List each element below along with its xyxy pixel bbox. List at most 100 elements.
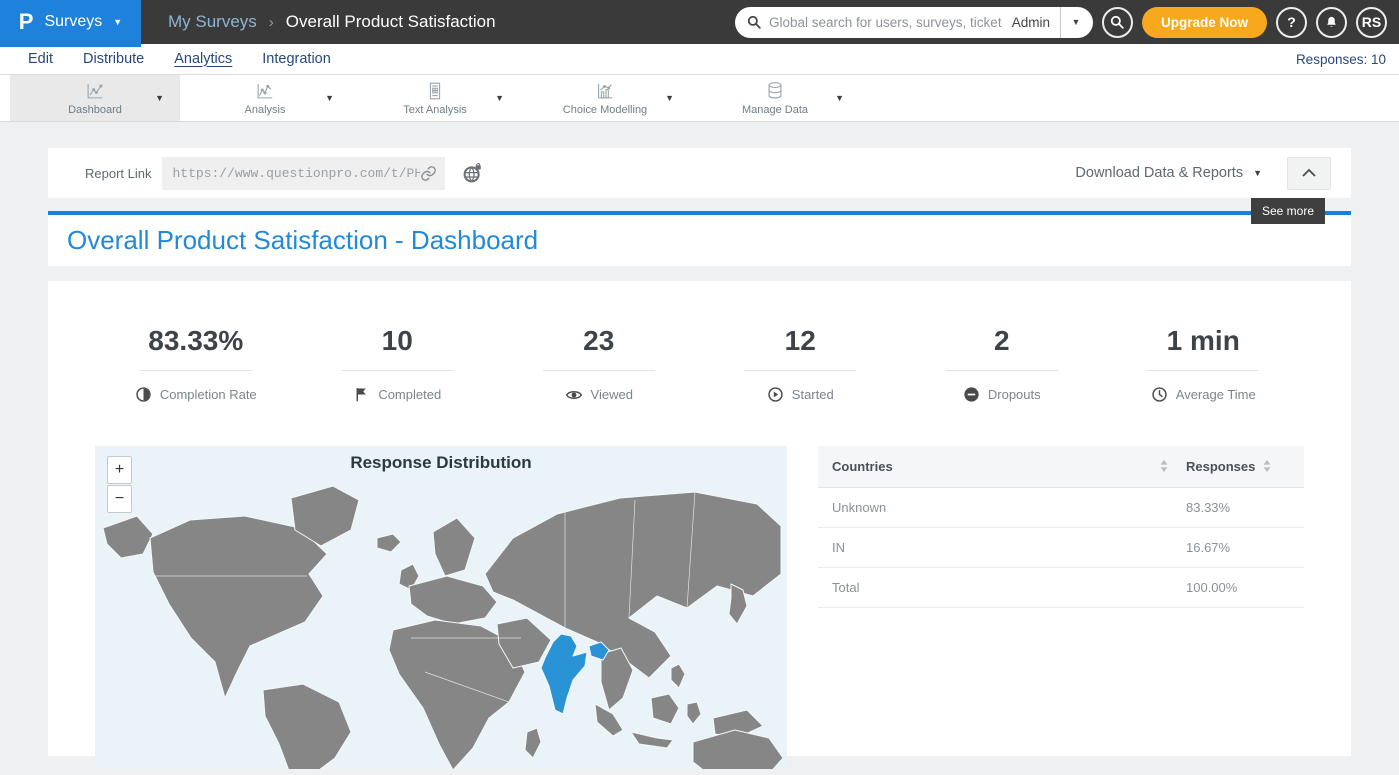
global-search[interactable]: Admin ▼ [735, 7, 1093, 38]
stat-divider [140, 370, 252, 371]
toolbar-item-label: Analysis [245, 104, 286, 116]
breadcrumb: My Surveys › Overall Product Satisfactio… [168, 12, 496, 32]
see-more-tooltip: See more [1251, 198, 1325, 224]
share-settings-button[interactable] [462, 163, 483, 184]
toolbar-item-label: Manage Data [742, 104, 808, 116]
stat-divider [946, 370, 1058, 371]
search-icon [747, 15, 761, 29]
toolbar-item-label: Choice Modelling [563, 104, 647, 116]
link-icon[interactable] [420, 165, 437, 182]
stat-divider [543, 370, 655, 371]
table-row: Total 100.00% [818, 568, 1304, 608]
toolbar-item-dashboard[interactable]: Dashboard ▼ [10, 75, 180, 121]
stat-divider [744, 370, 856, 371]
notifications-button[interactable] [1316, 7, 1347, 38]
responses-cell: 83.33% [1186, 500, 1230, 515]
dashboard-panel: 83.33% Completion Rate 10 [48, 281, 1351, 756]
breadcrumb-current: Overall Product Satisfaction [286, 12, 496, 32]
chevron-down-icon[interactable]: ▼ [835, 93, 844, 103]
globe-lock-icon [462, 163, 483, 184]
report-url[interactable]: https://www.questionpro.com/t/PHBu [172, 166, 420, 181]
response-distribution-map[interactable]: Response Distribution + − [95, 446, 787, 769]
stat-label: Dropouts [988, 387, 1041, 402]
responses-cell: 16.67% [1186, 540, 1230, 555]
stat-value: 2 [901, 326, 1103, 357]
global-search-input[interactable] [769, 15, 1002, 30]
toolbar-item-choice-modelling[interactable]: Choice Modelling ▼ [520, 75, 690, 121]
stat-value: 83.33% [95, 326, 297, 357]
toolbar-item-text-analysis[interactable]: Text Analysis ▼ [350, 75, 520, 121]
stat-viewed: 23 Viewed [498, 326, 700, 404]
column-header-countries[interactable]: Countries [832, 459, 893, 474]
stats-row: 83.33% Completion Rate 10 [95, 326, 1304, 404]
stat-dropouts: 2 Dropouts [901, 326, 1103, 404]
toolbar-item-label: Text Analysis [403, 104, 467, 116]
collapse-header-button[interactable] [1287, 157, 1331, 190]
top-bar: P Surveys ▼ My Surveys › Overall Product… [0, 0, 1399, 44]
eye-icon [565, 386, 583, 404]
stat-label: Started [792, 387, 834, 402]
toolbar-item-manage-data[interactable]: Manage Data ▼ [690, 75, 860, 121]
survey-nav: Edit Distribute Analytics Integration Re… [0, 44, 1399, 75]
toolbar-item-analysis[interactable]: Analysis ▼ [180, 75, 350, 121]
zoom-out-button[interactable]: − [107, 485, 132, 513]
chevron-down-icon[interactable]: ▼ [495, 93, 504, 103]
zoom-in-button[interactable]: + [107, 456, 132, 484]
report-link-bar: Report Link https://www.questionpro.com/… [48, 148, 1351, 198]
analytics-toolbar: Dashboard ▼ Analysis ▼ Text Analysis ▼ [0, 75, 1399, 122]
response-distribution-section: Response Distribution + − [95, 446, 1304, 769]
nav-item-distribute[interactable]: Distribute [83, 51, 144, 68]
search-scope-caret[interactable]: ▼ [1061, 7, 1091, 38]
download-data-reports-menu[interactable]: Download Data & Reports ▼ [1075, 165, 1262, 181]
nav-item-integration[interactable]: Integration [262, 51, 331, 68]
search-scope-selector[interactable]: Admin [1002, 15, 1060, 30]
stat-completed: 10 Completed [297, 326, 499, 404]
dashboard-chart-icon [84, 80, 106, 102]
chevron-down-icon: ▼ [113, 18, 122, 27]
world-map[interactable] [95, 446, 787, 769]
play-circle-icon [767, 386, 784, 403]
upgrade-now-button[interactable]: Upgrade Now [1142, 7, 1267, 38]
stat-completion-rate: 83.33% Completion Rate [95, 326, 297, 404]
page-content: Report Link https://www.questionpro.com/… [0, 122, 1399, 756]
breadcrumb-my-surveys[interactable]: My Surveys [168, 12, 257, 32]
nav-item-edit[interactable]: Edit [28, 51, 53, 68]
map-zoom-controls: + − [107, 456, 132, 513]
chevron-down-icon[interactable]: ▼ [665, 93, 674, 103]
product-switcher[interactable]: P Surveys ▼ [0, 0, 141, 44]
help-button[interactable]: ? [1276, 7, 1307, 38]
map-title: Response Distribution [95, 453, 787, 473]
table-row: IN 16.67% [818, 528, 1304, 568]
stat-value: 12 [700, 326, 902, 357]
breadcrumb-separator-icon: › [269, 14, 274, 31]
search-button[interactable] [1102, 7, 1133, 38]
report-link-field[interactable]: https://www.questionpro.com/t/PHBu [162, 157, 445, 190]
toolbar-item-label: Dashboard [68, 104, 122, 116]
user-avatar[interactable]: RS [1356, 7, 1387, 38]
choice-modelling-icon [594, 80, 616, 102]
country-cell: IN [832, 540, 845, 555]
download-data-reports-label: Download Data & Reports [1075, 165, 1243, 181]
title-panel: Overall Product Satisfaction - Dashboard [48, 211, 1351, 266]
database-icon [764, 80, 786, 102]
stat-label: Viewed [591, 387, 633, 402]
stat-value: 1 min [1103, 326, 1305, 357]
sort-icon[interactable] [1263, 460, 1271, 472]
chevron-up-icon [1301, 168, 1317, 178]
table-row: Unknown 83.33% [818, 488, 1304, 528]
stat-divider [341, 370, 453, 371]
stat-started: 12 Started [700, 326, 902, 404]
chevron-down-icon[interactable]: ▼ [155, 93, 164, 103]
chevron-down-icon[interactable]: ▼ [325, 93, 334, 103]
column-header-responses[interactable]: Responses [1186, 459, 1255, 474]
nav-item-analytics[interactable]: Analytics [174, 51, 232, 68]
stat-divider [1147, 370, 1259, 371]
country-india[interactable] [541, 634, 609, 714]
stat-value: 23 [498, 326, 700, 357]
sort-icon[interactable] [1160, 460, 1168, 472]
countries-table-header: Countries Responses [818, 446, 1304, 488]
topbar-actions: Admin ▼ Upgrade Now ? RS [735, 7, 1399, 38]
country-cell: Unknown [832, 500, 886, 515]
stat-label: Average Time [1176, 387, 1256, 402]
product-label: Surveys [44, 13, 102, 31]
